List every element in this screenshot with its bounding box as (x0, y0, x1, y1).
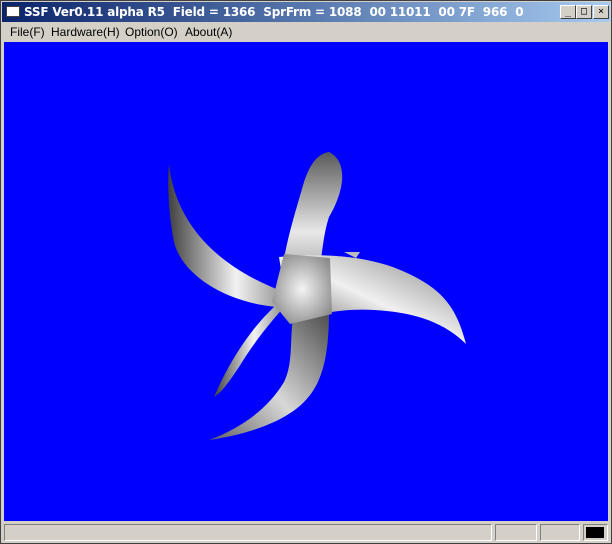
close-button[interactable]: × (593, 5, 609, 19)
spinning-star-graphic (168, 152, 466, 440)
emulator-window: SSF Ver0.11 alpha R5 Field = 1366 SprFrm… (0, 0, 612, 544)
status-pane-4 (583, 524, 608, 541)
menu-bar: File(F) Hardware(H) Option(O) About(A) (2, 22, 610, 42)
status-pane-2 (495, 524, 537, 541)
status-bar (2, 522, 610, 543)
status-pane-3 (540, 524, 580, 541)
close-icon: × (597, 6, 605, 17)
menu-about[interactable]: About(A) (185, 25, 232, 39)
maximize-button[interactable]: □ (576, 5, 592, 19)
status-pane-main (4, 524, 492, 541)
title-bar[interactable]: SSF Ver0.11 alpha R5 Field = 1366 SprFrm… (2, 2, 610, 22)
menu-hardware[interactable]: Hardware(H) (51, 25, 120, 39)
status-indicator (586, 527, 604, 538)
maximize-icon: □ (580, 6, 588, 17)
window-title: SSF Ver0.11 alpha R5 Field = 1366 SprFrm… (24, 5, 524, 19)
menu-file[interactable]: File(F) (10, 25, 45, 39)
window-icon[interactable] (6, 6, 20, 17)
menu-option[interactable]: Option(O) (125, 25, 178, 39)
game-screen[interactable] (4, 42, 608, 521)
minimize-button[interactable]: _ (560, 5, 576, 19)
minimize-icon: _ (564, 6, 572, 17)
